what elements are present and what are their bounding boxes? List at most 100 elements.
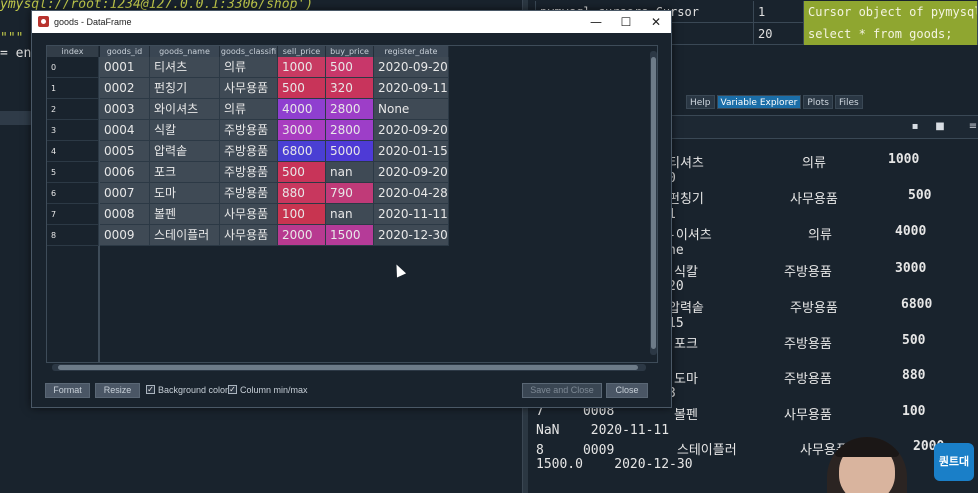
cell-sell-price[interactable]: 500: [278, 78, 326, 99]
cell-goods-name[interactable]: 티셔츠: [150, 57, 220, 78]
column-minmax-checkbox[interactable]: ✓: [228, 385, 237, 394]
table-row[interactable]: 2 0003 와이셔츠 의류 4000 2800 None: [47, 99, 657, 120]
format-button[interactable]: Format: [45, 383, 90, 398]
cell-goods-classify[interactable]: 주방용품: [220, 120, 278, 141]
cell-buy-price[interactable]: nan: [326, 204, 374, 225]
cell-goods-classify[interactable]: 사무용품: [220, 204, 278, 225]
cell-buy-price[interactable]: 790: [326, 183, 374, 204]
cell-index[interactable]: 5: [47, 162, 99, 183]
title-bar[interactable]: goods - DataFrame — ☐ ✕: [32, 11, 671, 33]
cell-goods-name[interactable]: 압력솥: [150, 141, 220, 162]
cell-index[interactable]: 2: [47, 99, 99, 120]
cell-buy-price[interactable]: 1500: [326, 225, 374, 246]
column-header-index[interactable]: index: [47, 46, 99, 57]
cell-register-date[interactable]: None: [374, 99, 449, 120]
table-row[interactable]: 4 0005 압력솥 주방용품 6800 5000 2020-01-15: [47, 141, 657, 162]
table-row[interactable]: 5 0006 포크 주방용품 500 nan 2020-09-20: [47, 162, 657, 183]
cell-goods-classify[interactable]: 주방용품: [220, 141, 278, 162]
stop-icon[interactable]: ■: [935, 122, 945, 132]
tab-files[interactable]: Files: [834, 95, 863, 109]
cell-sell-price[interactable]: 100: [278, 204, 326, 225]
table-row[interactable]: 7 0008 볼펜 사무용품 100 nan 2020-11-11: [47, 204, 657, 225]
tab-help[interactable]: Help: [686, 95, 715, 109]
menu-icon[interactable]: ≡: [968, 122, 978, 132]
cell-goods-id[interactable]: 0008: [100, 204, 150, 225]
cell-goods-id[interactable]: 0009: [100, 225, 150, 246]
cell-goods-id[interactable]: 0006: [100, 162, 150, 183]
cell-goods-name[interactable]: 펀칭기: [150, 78, 220, 99]
cell-buy-price[interactable]: 5000: [326, 141, 374, 162]
column-header-goods-classify[interactable]: goods_classifi: [220, 46, 278, 57]
cell-index[interactable]: 4: [47, 141, 99, 162]
cell-index[interactable]: 6: [47, 183, 99, 204]
cell-goods-id[interactable]: 0004: [100, 120, 150, 141]
cell-goods-id[interactable]: 0005: [100, 141, 150, 162]
cell-register-date[interactable]: 2020-04-28: [374, 183, 449, 204]
clipboard-icon[interactable]: ▪: [910, 122, 920, 132]
cell-buy-price[interactable]: 2800: [326, 120, 374, 141]
minimize-button[interactable]: —: [581, 11, 611, 33]
column-header-register-date[interactable]: register_date: [374, 46, 449, 57]
table-row[interactable]: 0 0001 티셔츠 의류 1000 500 2020-09-20: [47, 57, 657, 78]
cell-index[interactable]: 7: [47, 204, 99, 225]
cell-sell-price[interactable]: 500: [278, 162, 326, 183]
cell-goods-classify[interactable]: 주방용품: [220, 183, 278, 204]
resize-button[interactable]: Resize: [95, 383, 140, 398]
maximize-button[interactable]: ☐: [611, 11, 641, 33]
horizontal-scrollbar-thumb[interactable]: [58, 365, 638, 370]
cell-goods-id[interactable]: 0001: [100, 57, 150, 78]
cell-goods-id[interactable]: 0007: [100, 183, 150, 204]
cell-sell-price[interactable]: 3000: [278, 120, 326, 141]
cell-goods-classify[interactable]: 의류: [220, 99, 278, 120]
cell-buy-price[interactable]: 500: [326, 57, 374, 78]
cell-sell-price[interactable]: 1000: [278, 57, 326, 78]
cell-register-date[interactable]: 2020-09-11: [374, 78, 449, 99]
table-row[interactable]: 6 0007 도마 주방용품 880 790 2020-04-28: [47, 183, 657, 204]
column-header-goods-id[interactable]: goods_id: [100, 46, 150, 57]
cell-register-date[interactable]: 2020-11-11: [374, 204, 449, 225]
cell-buy-price[interactable]: 2800: [326, 99, 374, 120]
cell-index[interactable]: 0: [47, 57, 99, 78]
cell-sell-price[interactable]: 6800: [278, 141, 326, 162]
cell-index[interactable]: 1: [47, 78, 99, 99]
close-window-button[interactable]: ✕: [641, 11, 671, 33]
tab-variable-explorer[interactable]: Variable Explorer: [716, 95, 802, 109]
background-color-checkbox[interactable]: ✓: [146, 385, 155, 394]
cell-register-date[interactable]: 2020-09-20: [374, 120, 449, 141]
cell-index[interactable]: 3: [47, 120, 99, 141]
cell-index[interactable]: 8: [47, 225, 99, 246]
cell-register-date[interactable]: 2020-09-20: [374, 57, 449, 78]
cell-goods-classify[interactable]: 사무용품: [220, 78, 278, 99]
column-header-buy-price[interactable]: buy_price: [326, 46, 374, 57]
cell-goods-name[interactable]: 식칼: [150, 120, 220, 141]
table-row[interactable]: 8 0009 스테이플러 사무용품 2000 1500 2020-12-30: [47, 225, 657, 246]
vertical-scrollbar[interactable]: [650, 51, 657, 355]
table-row[interactable]: 3 0004 식칼 주방용품 3000 2800 2020-09-20: [47, 120, 657, 141]
cell-goods-classify[interactable]: 주방용품: [220, 162, 278, 183]
cell-goods-classify[interactable]: 의류: [220, 57, 278, 78]
cell-buy-price[interactable]: nan: [326, 162, 374, 183]
cell-buy-price[interactable]: 320: [326, 78, 374, 99]
horizontal-scrollbar[interactable]: [52, 364, 646, 371]
close-button[interactable]: Close: [606, 383, 648, 398]
cell-goods-id[interactable]: 0003: [100, 99, 150, 120]
cell-goods-id[interactable]: 0002: [100, 78, 150, 99]
dataframe-table[interactable]: index goods_id goods_name goods_classifi…: [46, 45, 658, 363]
vertical-scrollbar-thumb[interactable]: [651, 57, 656, 349]
cell-goods-name[interactable]: 와이셔츠: [150, 99, 220, 120]
tab-plots[interactable]: Plots: [803, 95, 833, 109]
save-and-close-button[interactable]: Save and Close: [522, 383, 602, 398]
cell-goods-name[interactable]: 스테이플러: [150, 225, 220, 246]
cell-goods-name[interactable]: 도마: [150, 183, 220, 204]
cell-goods-classify[interactable]: 사무용품: [220, 225, 278, 246]
cell-register-date[interactable]: 2020-01-15: [374, 141, 449, 162]
column-header-sell-price[interactable]: sell_price: [278, 46, 326, 57]
cell-goods-name[interactable]: 포크: [150, 162, 220, 183]
code-line-2[interactable]: """: [0, 31, 23, 46]
cell-sell-price[interactable]: 4000: [278, 99, 326, 120]
cell-sell-price[interactable]: 880: [278, 183, 326, 204]
cell-sell-price[interactable]: 2000: [278, 225, 326, 246]
cell-register-date[interactable]: 2020-09-20: [374, 162, 449, 183]
cell-goods-name[interactable]: 볼펜: [150, 204, 220, 225]
table-row[interactable]: 1 0002 펀칭기 사무용품 500 320 2020-09-11: [47, 78, 657, 99]
